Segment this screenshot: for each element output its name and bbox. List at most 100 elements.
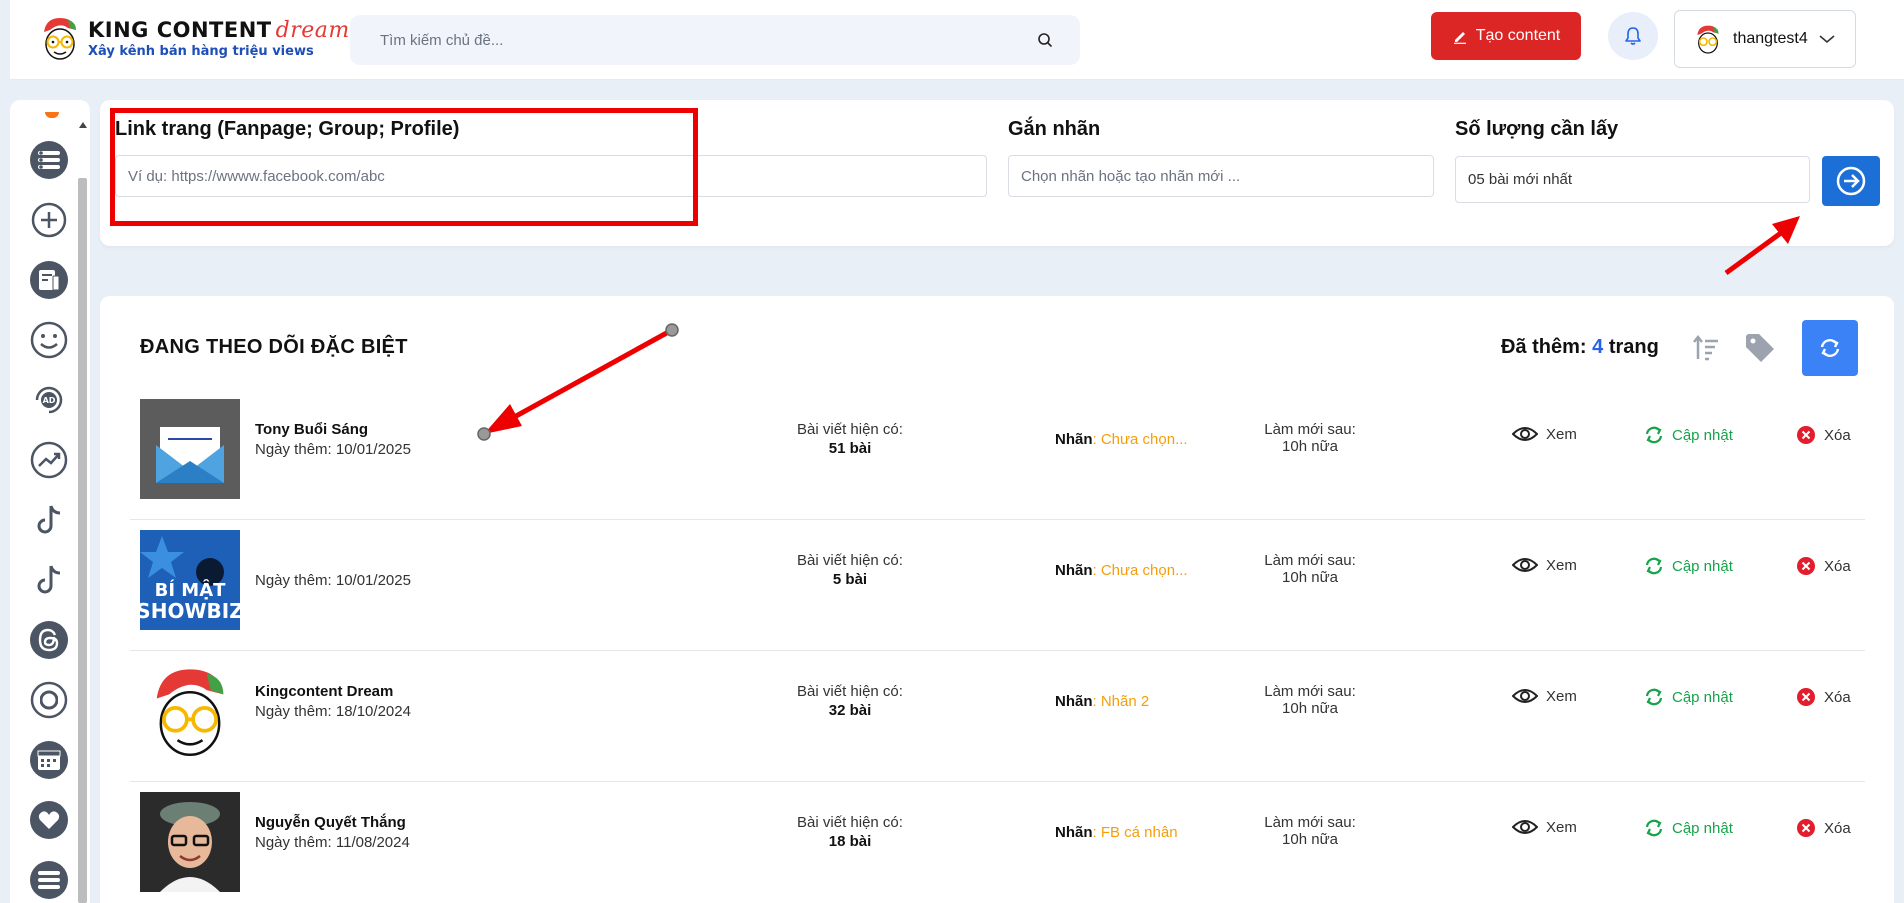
sidebar-item-tiktok[interactable] bbox=[29, 500, 69, 540]
sidebar-item-articles[interactable] bbox=[29, 260, 69, 300]
trending-icon bbox=[30, 441, 68, 479]
submit-button[interactable] bbox=[1822, 156, 1880, 206]
list-icon bbox=[30, 141, 68, 179]
update-button[interactable]: Cập nhật bbox=[1644, 425, 1733, 445]
avatar bbox=[1697, 25, 1719, 54]
sidebar-item-menu[interactable] bbox=[29, 140, 69, 180]
update-button[interactable]: Cập nhật bbox=[1644, 687, 1733, 707]
tiktok-icon bbox=[37, 505, 61, 534]
instagram-icon bbox=[30, 681, 68, 719]
sidebar-item-menu-2[interactable] bbox=[29, 860, 69, 900]
tag-selector[interactable]: Nhãn: FB cá nhân bbox=[1055, 824, 1178, 841]
tag-selector[interactable]: Nhãn: Chưa chọn... bbox=[1055, 562, 1188, 579]
update-button[interactable]: Cập nhật bbox=[1644, 556, 1733, 576]
post-count-value: 32 bài bbox=[828, 702, 872, 719]
delete-button[interactable]: Xóa bbox=[1796, 425, 1851, 445]
thumb-line-2: SHOWBIZ bbox=[140, 599, 240, 623]
view-button[interactable]: Xem bbox=[1512, 687, 1577, 705]
sort-button[interactable] bbox=[1688, 330, 1724, 366]
tag-selector[interactable]: Nhãn: Nhãn 2 bbox=[1055, 693, 1149, 710]
table-row: BÍ MẬT SHOWBIZ Ngày thêm: 10/01/2025 Bài… bbox=[130, 520, 1865, 651]
sidebar-item-trending[interactable] bbox=[29, 440, 69, 480]
top-header: KING CONTENT dream Xây kênh bán hàng triệ… bbox=[10, 0, 1904, 80]
search-bar bbox=[350, 15, 1080, 65]
tag-key: Nhãn bbox=[1055, 824, 1093, 841]
user-menu[interactable]: thangtest4 bbox=[1674, 10, 1856, 68]
pencil-icon bbox=[1453, 32, 1466, 44]
sidebar-item-add[interactable] bbox=[29, 200, 69, 240]
tiktok-icon bbox=[37, 565, 61, 594]
brand-logo[interactable]: KING CONTENT dream Xây kênh bán hàng triệ… bbox=[38, 14, 349, 66]
delete-button[interactable]: Xóa bbox=[1796, 818, 1851, 838]
delete-label: Xóa bbox=[1824, 557, 1851, 575]
quantity-select[interactable]: 05 bài mới nhất bbox=[1455, 156, 1810, 203]
sidebar-item-tiktok-2[interactable] bbox=[29, 560, 69, 600]
showbiz-image: BÍ MẬT SHOWBIZ bbox=[140, 530, 240, 630]
table-row: Kingcontent Dream Ngày thêm: 18/10/2024 … bbox=[130, 651, 1865, 782]
page-thumbnail[interactable]: BÍ MẬT SHOWBIZ bbox=[140, 530, 240, 630]
update-label: Cập nhật bbox=[1672, 819, 1733, 837]
update-button[interactable]: Cập nhật bbox=[1644, 818, 1733, 838]
heart-icon bbox=[30, 801, 68, 839]
post-count-label: Bài viết hiện có: bbox=[797, 421, 903, 438]
calendar-icon bbox=[30, 741, 68, 779]
refresh-value: 10h nữa bbox=[1282, 700, 1338, 717]
page-name[interactable]: Tony Buổi Sáng bbox=[255, 421, 368, 438]
view-label: Xem bbox=[1546, 556, 1577, 574]
post-count-value: 5 bài bbox=[832, 571, 868, 588]
sidebar-item-instagram[interactable] bbox=[29, 680, 69, 720]
sort-icon bbox=[1693, 334, 1718, 361]
page-thumbnail[interactable] bbox=[140, 792, 240, 892]
scroll-up-arrow[interactable] bbox=[79, 122, 87, 128]
mascot-image bbox=[144, 661, 236, 761]
refresh-label: Làm mới sau: bbox=[1264, 683, 1356, 700]
date-added: Ngày thêm: 11/08/2024 bbox=[255, 834, 410, 851]
close-circle-icon bbox=[1797, 426, 1815, 444]
page-thumbnail[interactable] bbox=[140, 661, 240, 761]
refresh-timer: Làm mới sau: 10h nữa bbox=[1250, 552, 1370, 586]
sidebar-top-indicator bbox=[45, 112, 59, 118]
tag-filter-button[interactable] bbox=[1742, 330, 1778, 366]
table-row: Tony Buổi Sáng Ngày thêm: 10/01/2025 Bài… bbox=[130, 389, 1865, 520]
notification-button[interactable] bbox=[1608, 12, 1658, 60]
delete-button[interactable]: Xóa bbox=[1796, 556, 1851, 576]
sidebar-item-favorites[interactable] bbox=[29, 800, 69, 840]
create-content-button[interactable]: Tạo content bbox=[1431, 12, 1581, 60]
sidebar-item-threads[interactable] bbox=[29, 620, 69, 660]
view-button[interactable]: Xem bbox=[1512, 425, 1577, 443]
tag-value: : Chưa chọn... bbox=[1092, 562, 1188, 579]
date-added: Ngày thêm: 18/10/2024 bbox=[255, 703, 411, 720]
delete-button[interactable]: Xóa bbox=[1796, 687, 1851, 707]
tag-value: : FB cá nhân bbox=[1092, 824, 1178, 841]
eye-icon bbox=[1512, 427, 1538, 441]
tag-key: Nhãn bbox=[1055, 693, 1093, 710]
page-thumbnail[interactable] bbox=[140, 399, 240, 499]
refresh-value: 10h nữa bbox=[1282, 438, 1338, 455]
create-content-label: Tạo content bbox=[1475, 27, 1561, 44]
added-suffix: trang bbox=[1608, 336, 1659, 358]
tag-selector[interactable]: Nhãn: Chưa chọn... bbox=[1055, 431, 1188, 448]
logo-face-icon bbox=[44, 18, 76, 60]
added-prefix: Đã thêm: bbox=[1501, 336, 1587, 358]
sidebar-item-calendar[interactable] bbox=[29, 740, 69, 780]
page-name[interactable]: Nguyễn Quyết Thắng bbox=[255, 814, 406, 831]
post-count: Bài viết hiện có: 18 bài bbox=[780, 814, 920, 850]
sidebar-item-emotion[interactable] bbox=[29, 320, 69, 360]
search-icon[interactable] bbox=[1036, 31, 1054, 49]
page-name[interactable]: Kingcontent Dream bbox=[255, 683, 393, 700]
view-label: Xem bbox=[1546, 687, 1577, 705]
tag-input[interactable] bbox=[1008, 155, 1434, 197]
update-label: Cập nhật bbox=[1672, 688, 1733, 706]
view-button[interactable]: Xem bbox=[1512, 556, 1577, 574]
view-button[interactable]: Xem bbox=[1512, 818, 1577, 836]
sidebar-scrollbar[interactable] bbox=[78, 178, 87, 903]
delete-label: Xóa bbox=[1824, 426, 1851, 444]
chevron-down-icon bbox=[1819, 35, 1835, 44]
refresh-all-button[interactable] bbox=[1802, 320, 1858, 376]
post-count-value: 18 bài bbox=[828, 833, 872, 850]
thumb-line-1: BÍ MẬT bbox=[155, 579, 227, 601]
document-icon bbox=[30, 261, 68, 299]
sidebar-item-ads[interactable]: AD bbox=[29, 380, 69, 420]
tag-value: : Chưa chọn... bbox=[1092, 431, 1188, 448]
search-input[interactable] bbox=[350, 15, 1030, 65]
